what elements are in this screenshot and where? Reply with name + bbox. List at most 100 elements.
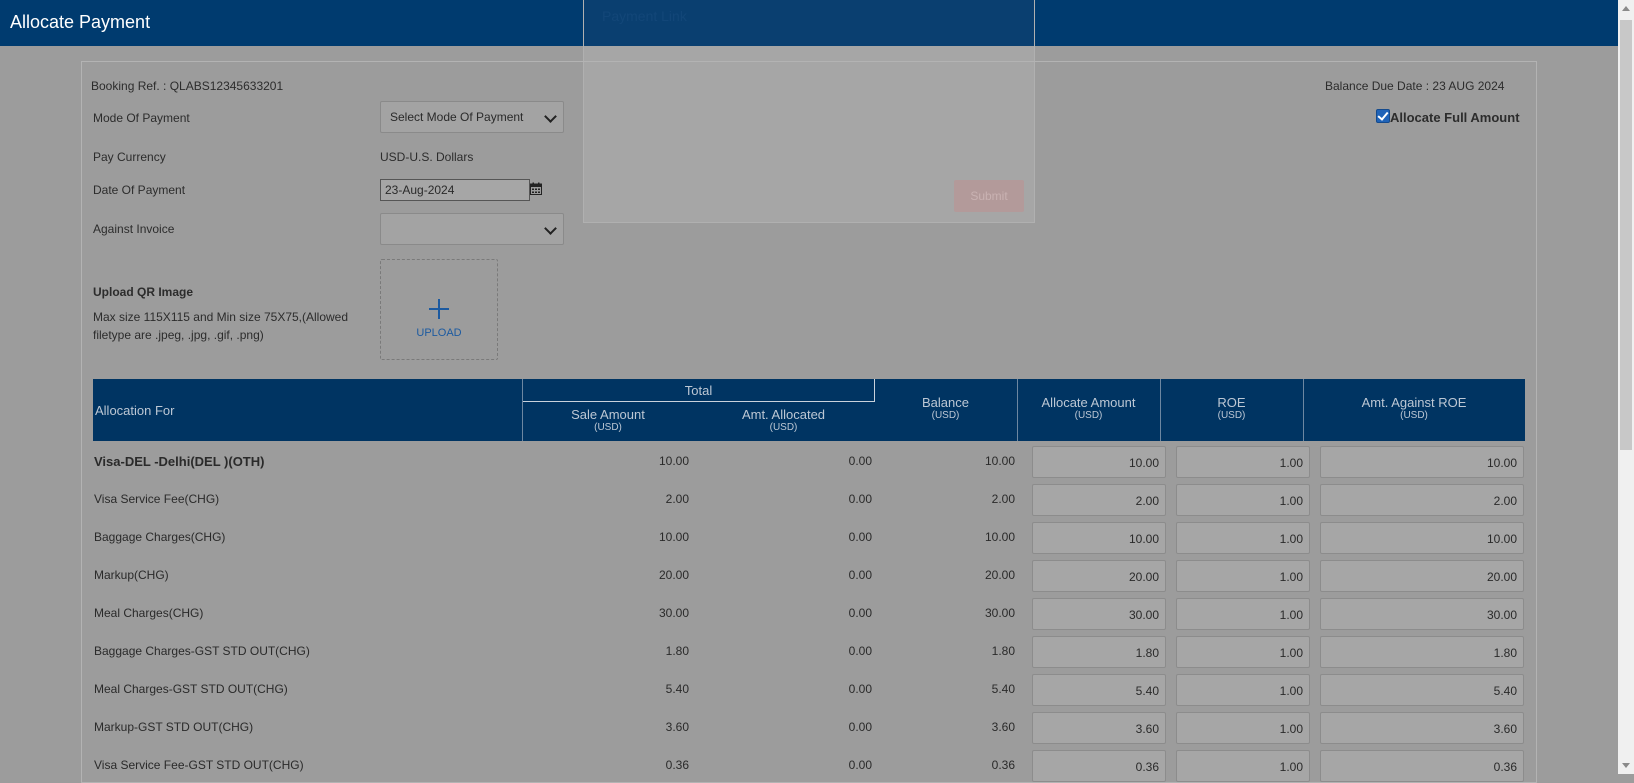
allocate-amount-input[interactable]: 0.36 xyxy=(1032,750,1166,782)
th-amt-against-roe: Amt. Against ROE (USD) xyxy=(1361,395,1467,421)
allocate-amount-input[interactable]: 2.00 xyxy=(1032,484,1166,516)
amt-allocated-cell: 0.00 xyxy=(848,720,872,734)
against-invoice-select[interactable] xyxy=(380,213,564,245)
allocate-full-label: Allocate Full Amount xyxy=(1390,110,1520,125)
allocation-name: Meal Charges(CHG) xyxy=(94,606,204,620)
th-sale-amount: Sale Amount (USD) xyxy=(571,407,645,433)
roe-input[interactable]: 1.00 xyxy=(1176,522,1310,554)
sale-amount-cell: 10.00 xyxy=(658,530,689,544)
table-row: Meal Charges-GST STD OUT(CHG) 5.40 0.00 5.4… xyxy=(93,668,1525,706)
amt-allocated-cell: 0.00 xyxy=(848,568,872,582)
roe-input[interactable]: 1.00 xyxy=(1176,598,1310,630)
allocation-name: Visa Service Fee-GST STD OUT(CHG) xyxy=(94,758,304,772)
allocate-amount-input[interactable]: 1.80 xyxy=(1032,636,1166,668)
allocate-full-checkbox[interactable] xyxy=(1376,109,1390,123)
amt-allocated-cell: 0.00 xyxy=(848,492,872,506)
balance-cell: 2.00 xyxy=(991,492,1015,506)
amt-allocated-cell: 0.00 xyxy=(848,682,872,696)
allocate-amount-input[interactable]: 3.60 xyxy=(1032,712,1166,744)
th-amt-allocated: Amt. Allocated (USD) xyxy=(741,407,826,433)
calendar-icon[interactable] xyxy=(530,182,542,195)
scrollbar-thumb[interactable] xyxy=(1620,20,1632,450)
allocation-name: Markup(CHG) xyxy=(94,568,169,582)
roe-input[interactable]: 1.00 xyxy=(1176,560,1310,592)
date-of-payment-label: Date Of Payment xyxy=(93,183,186,197)
table-row: Baggage Charges(CHG) 10.00 0.00 10.00 10.00 1… xyxy=(93,516,1525,554)
amt-against-roe-input[interactable]: 2.00 xyxy=(1320,484,1524,516)
allocation-name: Baggage Charges(CHG) xyxy=(94,530,226,544)
allocate-amount-input[interactable]: 20.00 xyxy=(1032,560,1166,592)
allocate-amount-input[interactable]: 5.40 xyxy=(1032,674,1166,706)
amt-allocated-cell: 0.00 xyxy=(848,606,872,620)
table-row: Baggage Charges-GST STD OUT(CHG) 1.80 0.00… xyxy=(93,630,1525,668)
allocation-name: Meal Charges-GST STD OUT(CHG) xyxy=(94,682,288,696)
mode-of-payment-label: Mode Of Payment xyxy=(93,111,190,125)
date-of-payment-input[interactable]: 23-Aug-2024 xyxy=(380,179,530,201)
allocation-name: Visa-DEL -Delhi(DEL )(OTH) xyxy=(94,454,265,469)
amt-allocated-cell: 0.00 xyxy=(848,530,872,544)
allocate-amount-input[interactable]: 10.00 xyxy=(1032,446,1166,478)
upload-label: UPLOAD xyxy=(416,327,462,339)
amt-against-roe-input[interactable]: 5.40 xyxy=(1320,674,1524,706)
booking-ref: Booking Ref. : QLABS12345633201 xyxy=(91,79,284,93)
modal-header: Payment Link xyxy=(584,0,1034,46)
amt-allocated-cell: 0.00 xyxy=(848,454,872,468)
table-row: Visa Service Fee(CHG) 2.00 0.00 2.00 2.00 1.0… xyxy=(93,478,1525,516)
roe-input[interactable]: 1.00 xyxy=(1176,712,1310,744)
allocation-table-header: Allocation For Total Sale Amount (USD) Am… xyxy=(93,379,1525,441)
allocation-name: Markup-GST STD OUT(CHG) xyxy=(94,720,254,734)
table-row: Meal Charges(CHG) 30.00 0.00 30.00 30.00 1.00… xyxy=(93,592,1525,630)
amt-against-roe-input[interactable]: 20.00 xyxy=(1320,560,1524,592)
page-title: Allocate Payment xyxy=(10,12,151,32)
sale-amount-cell: 0.36 xyxy=(665,758,689,772)
chevron-down-icon xyxy=(544,222,557,235)
upload-qr-help-line1: Max size 115X115 and Min size 75X75,(All… xyxy=(93,310,349,324)
sale-amount-cell: 5.40 xyxy=(665,682,689,696)
allocate-amount-input[interactable]: 30.00 xyxy=(1032,598,1166,630)
amt-against-roe-input[interactable]: 10.00 xyxy=(1320,446,1524,478)
scroll-up-icon[interactable] xyxy=(1622,6,1630,11)
page-scrollbar[interactable] xyxy=(1618,0,1634,774)
amt-allocated-cell: 0.00 xyxy=(848,758,872,772)
scroll-down-icon[interactable] xyxy=(1622,763,1630,768)
balance-cell: 30.00 xyxy=(984,606,1015,620)
amt-against-roe-input[interactable]: 30.00 xyxy=(1320,598,1524,630)
roe-input[interactable]: 1.00 xyxy=(1176,636,1310,668)
pay-currency-label: Pay Currency xyxy=(93,150,166,164)
mode-of-payment-value: Select Mode Of Payment xyxy=(390,110,524,124)
sale-amount-cell: 1.80 xyxy=(665,644,689,658)
amt-against-roe-input[interactable]: 0.36 xyxy=(1320,750,1524,782)
allocation-name: Baggage Charges-GST STD OUT(CHG) xyxy=(94,644,310,658)
allocation-name: Visa Service Fee(CHG) xyxy=(94,492,220,506)
balance-due-date: Balance Due Date : 23 AUG 2024 xyxy=(1325,79,1505,93)
modal-title: Payment Link xyxy=(602,8,687,24)
roe-input[interactable]: 1.00 xyxy=(1176,674,1310,706)
mode-of-payment-select[interactable]: Select Mode Of Payment xyxy=(380,101,564,133)
balance-cell: 10.00 xyxy=(984,454,1015,468)
table-row: Visa Service Fee-GST STD OUT(CHG) 0.36 0.0… xyxy=(93,744,1525,782)
amt-against-roe-input[interactable]: 1.80 xyxy=(1320,636,1524,668)
table-row: Markup-GST STD OUT(CHG) 3.60 0.00 3.60 3.60 1… xyxy=(93,706,1525,744)
table-row: Markup(CHG) 20.00 0.00 20.00 20.00 1.00 20.00 xyxy=(93,554,1525,592)
roe-input[interactable]: 1.00 xyxy=(1176,484,1310,516)
amt-against-roe-input[interactable]: 10.00 xyxy=(1320,522,1524,554)
th-roe: ROE (USD) xyxy=(1217,395,1246,421)
against-invoice-label: Against Invoice xyxy=(93,222,175,236)
allocate-amount-input[interactable]: 10.00 xyxy=(1032,522,1166,554)
sale-amount-cell: 2.00 xyxy=(665,492,689,506)
th-total: Total xyxy=(684,383,713,398)
table-row: Visa-DEL -Delhi(DEL )(OTH) 10.00 0.00 10.00… xyxy=(93,440,1525,478)
pay-currency-value: USD-U.S. Dollars xyxy=(380,150,474,164)
th-balance: Balance (USD) xyxy=(922,395,969,421)
balance-cell: 5.40 xyxy=(991,682,1015,696)
roe-input[interactable]: 1.00 xyxy=(1176,750,1310,782)
amt-against-roe-input[interactable]: 3.60 xyxy=(1320,712,1524,744)
th-allocate-amount: Allocate Amount (USD) xyxy=(1041,395,1136,421)
upload-qr-dropzone[interactable]: UPLOAD xyxy=(380,259,498,360)
sale-amount-cell: 3.60 xyxy=(665,720,689,734)
chevron-down-icon xyxy=(544,110,557,123)
balance-cell: 20.00 xyxy=(984,568,1015,582)
amt-allocated-cell: 0.00 xyxy=(848,644,872,658)
roe-input[interactable]: 1.00 xyxy=(1176,446,1310,478)
sale-amount-cell: 10.00 xyxy=(658,454,689,468)
